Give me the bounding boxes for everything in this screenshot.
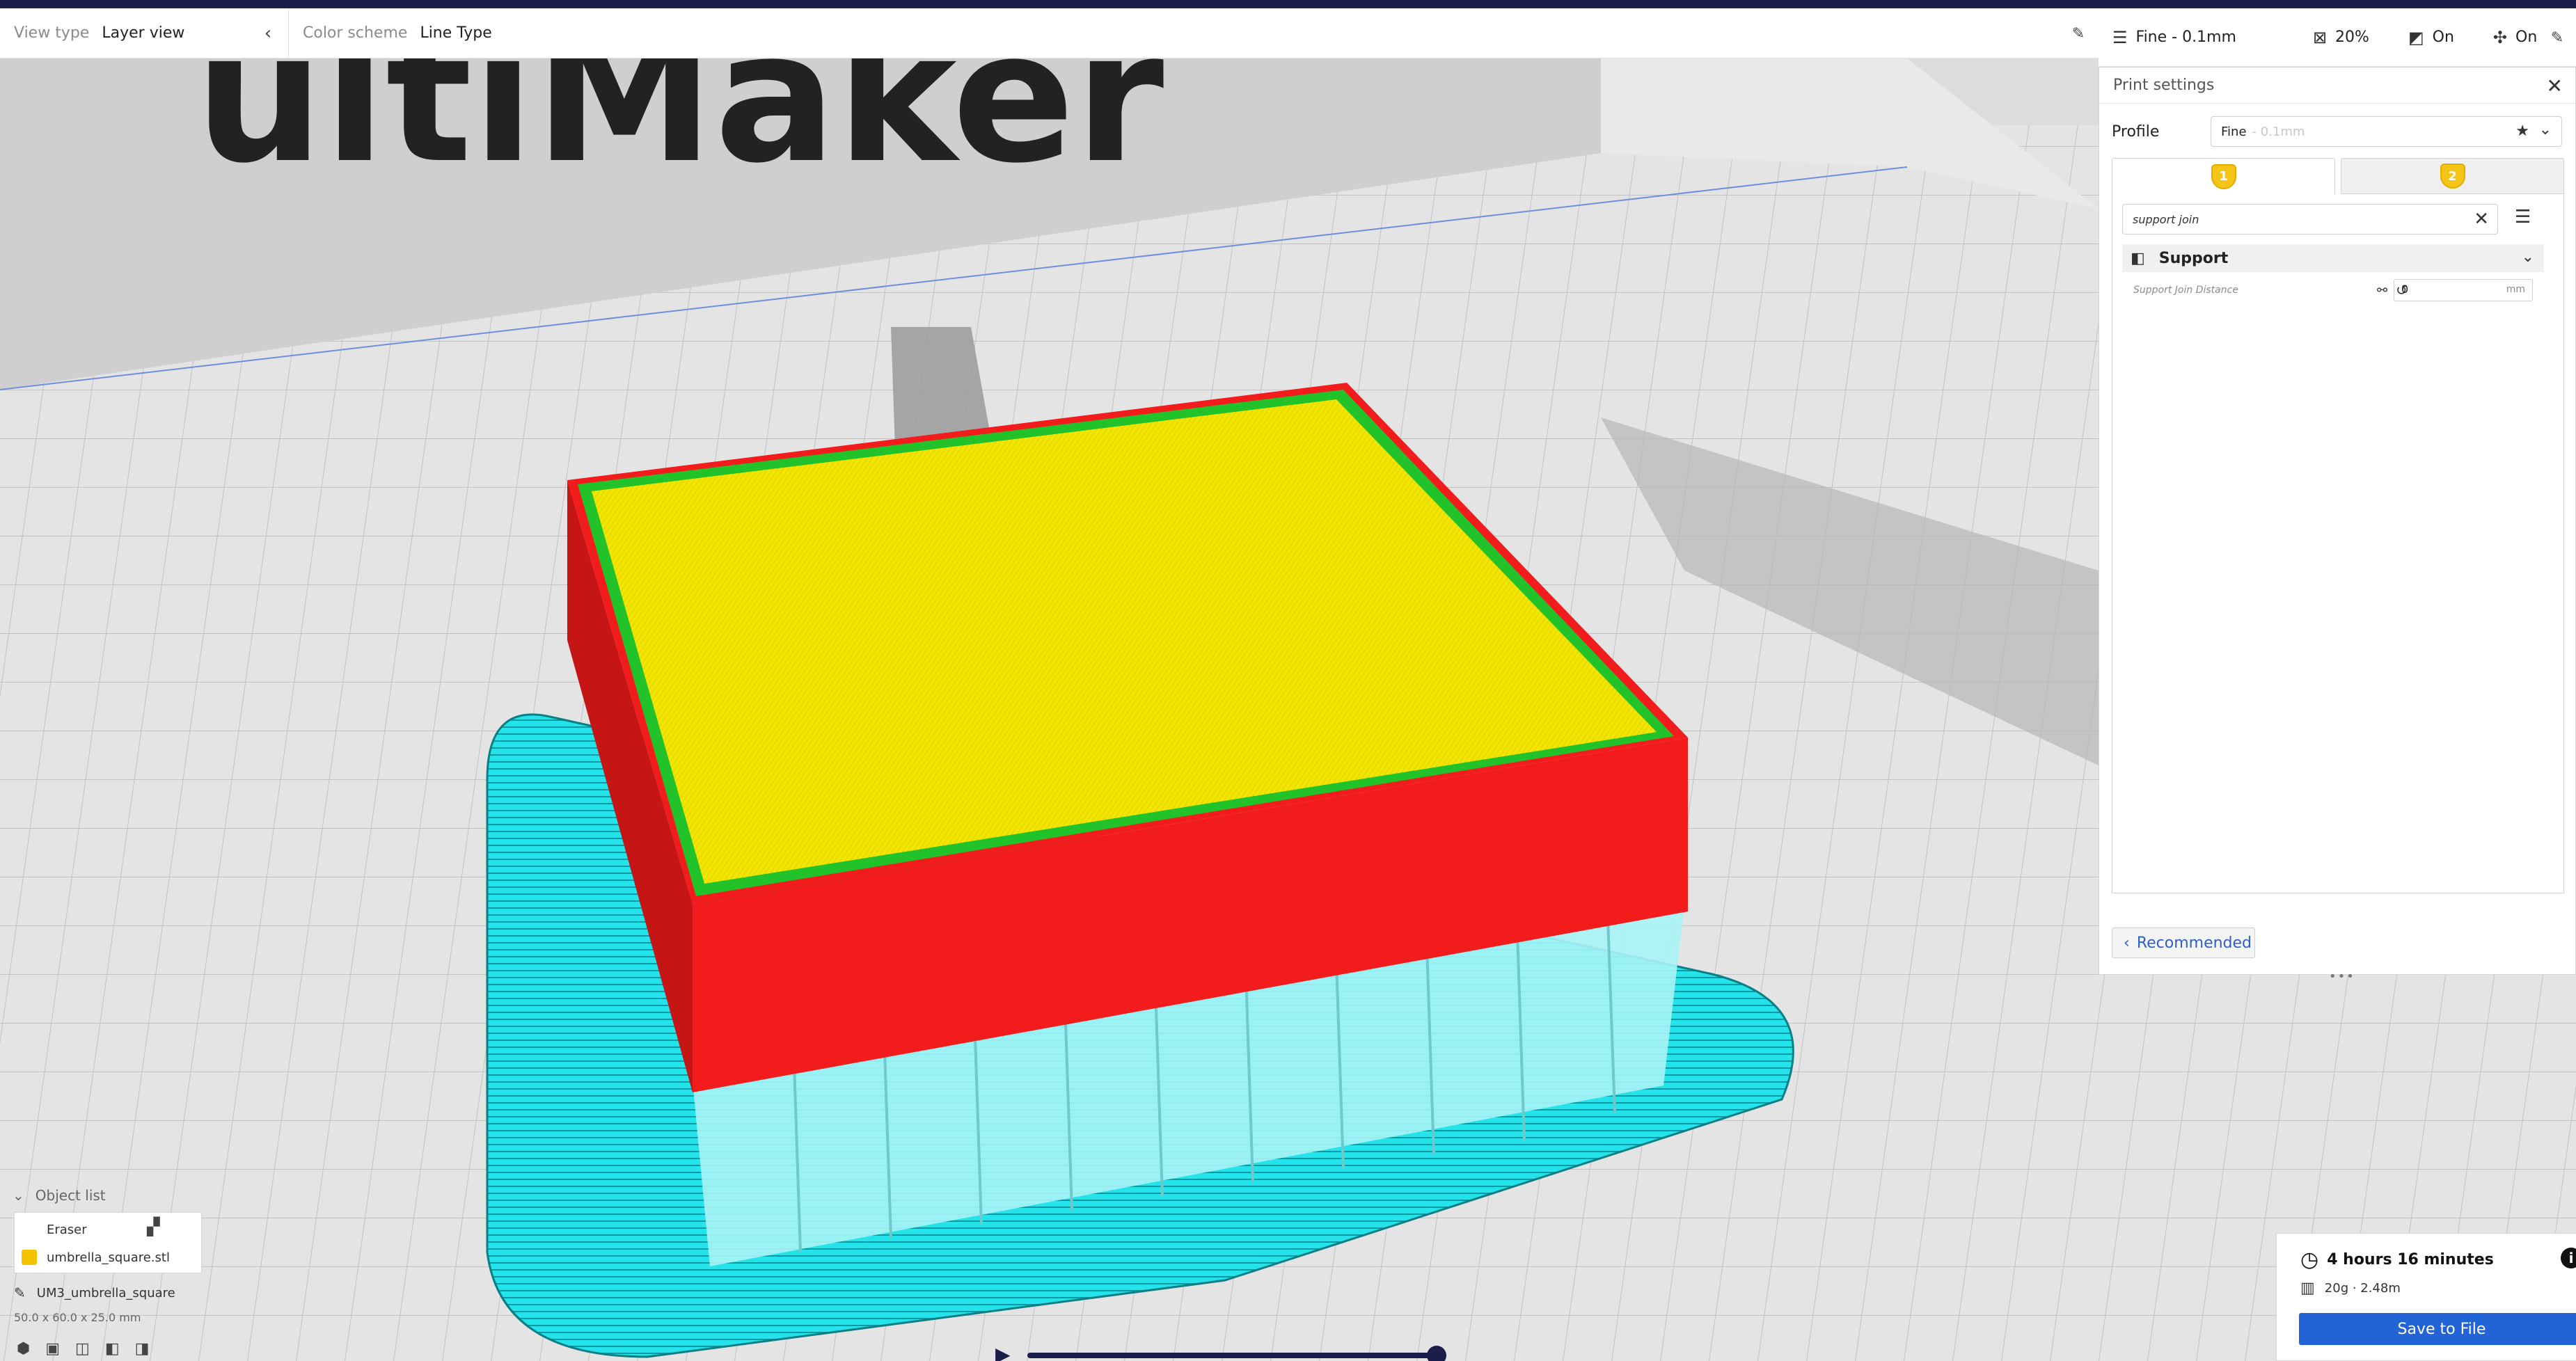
- window-top-strip: [0, 0, 2576, 8]
- view-top-icon[interactable]: ◫: [75, 1340, 90, 1358]
- view-right-icon[interactable]: ◨: [135, 1340, 150, 1358]
- print-settings-panel: Print settings ✕ Profile Fine - 0.1mm ★ …: [2099, 67, 2576, 984]
- chevron-down-icon: ⌄: [13, 1187, 24, 1204]
- setting-value: 0: [2401, 282, 2409, 296]
- recommended-label: Recommended: [2136, 934, 2252, 952]
- info-icon[interactable]: i: [2561, 1248, 2576, 1268]
- category-title: Support: [2158, 249, 2229, 267]
- recommended-button[interactable]: ‹ Recommended: [2112, 928, 2255, 958]
- pencil-icon: ✎: [14, 1284, 26, 1301]
- chevron-down-icon: ⌄: [2538, 121, 2552, 138]
- panel-title: Print settings: [2113, 77, 2215, 94]
- print-time: 4 hours 16 minutes: [2327, 1251, 2494, 1268]
- search-text: support join: [2133, 212, 2199, 226]
- profile-row: Profile Fine - 0.1mm ★ ⌄: [2112, 116, 2564, 147]
- collapse-chevron-icon[interactable]: ‹: [258, 21, 278, 46]
- support-join-distance-input[interactable]: 0 mm: [2394, 279, 2533, 301]
- layer-path-slider[interactable]: [1027, 1353, 1439, 1358]
- edit-pencil-icon[interactable]: ✎: [2547, 25, 2568, 50]
- object-list: Eraser ▞ umbrella_square.stl: [14, 1212, 202, 1273]
- category-support[interactable]: ◧ Support ⌄: [2122, 244, 2544, 272]
- job-name[interactable]: ✎ UM3_umbrella_square: [14, 1284, 175, 1301]
- support-icon: ◩: [2408, 27, 2424, 47]
- profile-name: Fine: [2221, 124, 2247, 139]
- profile-label: Profile: [2112, 122, 2160, 141]
- pencil-icon[interactable]: ✎: [2068, 21, 2089, 46]
- support-category-icon: ◧: [2131, 249, 2145, 267]
- extruder-color-swatch: [22, 1250, 37, 1265]
- camera-view-buttons: ⬢ ▣ ◫ ◧ ◨: [17, 1340, 164, 1358]
- profile-dropdown[interactable]: Fine - 0.1mm ★ ⌄: [2211, 116, 2562, 147]
- view-3d-icon[interactable]: ⬢: [17, 1340, 30, 1358]
- profile-icon: ☰: [2112, 27, 2128, 47]
- color-scheme-bar: Color scheme Line Type ✎: [289, 8, 2099, 58]
- panel-resize-handle-icon[interactable]: •••: [2329, 969, 2355, 984]
- color-scheme-label: Color scheme: [303, 24, 408, 42]
- clear-search-icon[interactable]: ✕: [2474, 209, 2489, 230]
- save-to-file-button[interactable]: Save to File: [2299, 1313, 2576, 1345]
- object-dimensions: 50.0 x 60.0 x 25.0 mm: [14, 1311, 141, 1324]
- infill-summary[interactable]: ⊠ 20%: [2313, 28, 2369, 47]
- object-list-title: Object list: [35, 1187, 106, 1204]
- infill-summary-text: 20%: [2335, 29, 2369, 46]
- setting-unit: mm: [2506, 284, 2525, 295]
- clock-icon: ◷: [2300, 1248, 2319, 1272]
- star-icon[interactable]: ★: [2515, 122, 2529, 140]
- slider-handle[interactable]: [1427, 1346, 1446, 1361]
- infill-icon: ⊠: [2312, 27, 2328, 47]
- color-scheme-dropdown[interactable]: Line Type: [420, 24, 491, 42]
- extruder-tabs: 1 2: [2112, 158, 2564, 194]
- list-item[interactable]: umbrella_square.stl: [22, 1243, 170, 1271]
- view-front-icon[interactable]: ▣: [45, 1340, 60, 1358]
- material-usage: 20g · 2.48m: [2324, 1281, 2401, 1296]
- close-icon[interactable]: ✕: [2547, 74, 2563, 97]
- job-name-text: UM3_umbrella_square: [36, 1285, 175, 1300]
- tab-extruder-1[interactable]: 1: [2112, 158, 2335, 194]
- view-type-dropdown[interactable]: Layer view: [102, 24, 184, 42]
- setting-support-join-distance: Support Join Distance ⚯ ↺ 0 mm: [2122, 276, 2544, 304]
- settings-list-area: support join ✕ ☰ ◧ Support ⌄ Support Joi…: [2112, 194, 2564, 893]
- view-type-label: View type: [14, 24, 90, 42]
- support-summary-text: On: [2432, 29, 2454, 46]
- chevron-left-icon: ‹: [2124, 934, 2130, 952]
- tab-extruder-2[interactable]: 2: [2341, 158, 2564, 194]
- filament-icon: ▥: [2300, 1280, 2315, 1297]
- extruder-2-badge: 2: [2440, 164, 2465, 189]
- object-name: Eraser: [47, 1222, 87, 1237]
- list-item[interactable]: Eraser: [47, 1216, 87, 1243]
- profile-summary-text: Fine - 0.1mm: [2135, 29, 2236, 46]
- print-setup-selector[interactable]: ☰ Fine - 0.1mm ⊠ 20% ◩ On ✣ On ✎: [2099, 8, 2576, 67]
- settings-search-input[interactable]: support join ✕: [2122, 204, 2498, 234]
- settings-visibility-menu-icon[interactable]: ☰: [2515, 207, 2531, 228]
- view-type-bar: View type Layer view ‹: [0, 8, 289, 58]
- adhesion-icon: ✣: [2492, 27, 2508, 47]
- category-chevron-icon: ⌄: [2521, 248, 2534, 266]
- object-list-header[interactable]: ⌄ Object list: [13, 1187, 106, 1204]
- extruder-1-badge: 1: [2211, 164, 2236, 189]
- adhesion-summary[interactable]: ✣ On: [2493, 28, 2537, 47]
- eraser-mesh-icon: ▞: [147, 1217, 160, 1236]
- view-left-icon[interactable]: ◧: [105, 1340, 120, 1358]
- profile-layer-height: - 0.1mm: [2252, 124, 2305, 139]
- support-summary[interactable]: ◩ On: [2408, 28, 2454, 47]
- link-icon[interactable]: ⚯: [2377, 283, 2387, 298]
- play-icon[interactable]: ▶: [995, 1343, 1011, 1361]
- object-name: umbrella_square.stl: [47, 1250, 170, 1265]
- print-estimate-panel: ◷ 4 hours 16 minutes i ▥ 20g · 2.48m Sav…: [2276, 1233, 2576, 1361]
- adhesion-summary-text: On: [2515, 29, 2538, 46]
- setting-name: Support Join Distance: [2133, 285, 2238, 296]
- profile-summary[interactable]: ☰ Fine - 0.1mm: [2112, 28, 2236, 47]
